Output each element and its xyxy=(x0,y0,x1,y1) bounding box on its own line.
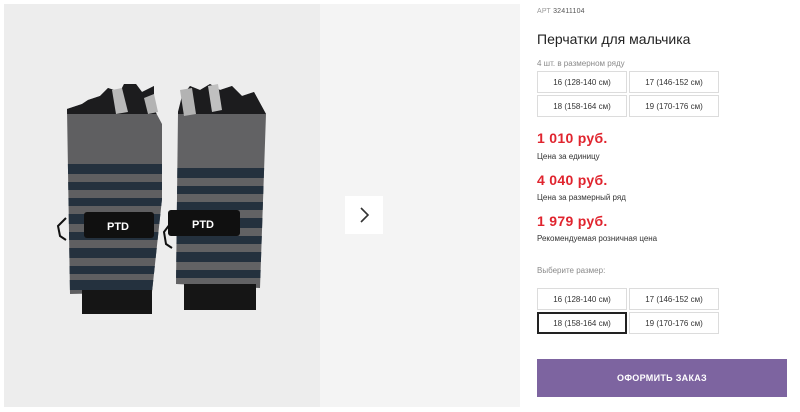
pack-size-cell: 17 (146-152 см) xyxy=(629,71,719,93)
product-title: Перчатки для мальчика xyxy=(537,31,691,47)
pack-price: 4 040 руб. xyxy=(537,172,608,188)
svg-text:PTD: PTD xyxy=(107,221,129,233)
size-selector: 16 (128-140 см) 17 (146-152 см) 18 (158-… xyxy=(537,288,719,334)
next-image-button[interactable] xyxy=(345,196,383,234)
article-value: 32411104 xyxy=(553,8,585,15)
pack-size-cell: 18 (158-164 см) xyxy=(537,95,627,117)
retail-price: 1 979 руб. xyxy=(537,213,608,229)
pack-size-cell: 19 (170-176 см) xyxy=(629,95,719,117)
pack-size-cell: 16 (128-140 см) xyxy=(537,71,627,93)
retail-price-caption: Рекомендуемая розничная цена xyxy=(537,234,658,243)
unit-price: 1 010 руб. xyxy=(537,130,608,146)
product-info: АРТ 32411104 Перчатки для мальчика 4 шт.… xyxy=(537,0,800,407)
size-option-16[interactable]: 16 (128-140 см) xyxy=(537,288,627,310)
gloves-image: PTD PTD xyxy=(56,84,266,314)
svg-text:PTD: PTD xyxy=(192,219,214,231)
choose-size-label: Выберите размер: xyxy=(537,266,606,275)
article-number: АРТ 32411104 xyxy=(537,8,585,15)
pack-label: 4 шт. в размерном ряду xyxy=(537,59,625,68)
product-gallery: PTD PTD xyxy=(0,0,520,407)
pack-price-caption: Цена за размерный ряд xyxy=(537,193,626,202)
product-photo[interactable]: PTD PTD xyxy=(4,4,320,407)
unit-price-caption: Цена за единицу xyxy=(537,152,600,161)
article-prefix: АРТ xyxy=(537,8,551,15)
size-option-19[interactable]: 19 (170-176 см) xyxy=(629,312,719,334)
pack-size-grid: 16 (128-140 см) 17 (146-152 см) 18 (158-… xyxy=(537,71,719,117)
chevron-right-icon xyxy=(360,207,370,223)
size-option-18[interactable]: 18 (158-164 см) xyxy=(537,312,627,334)
size-option-17[interactable]: 17 (146-152 см) xyxy=(629,288,719,310)
order-button[interactable]: ОФОРМИТЬ ЗАКАЗ xyxy=(537,359,787,397)
